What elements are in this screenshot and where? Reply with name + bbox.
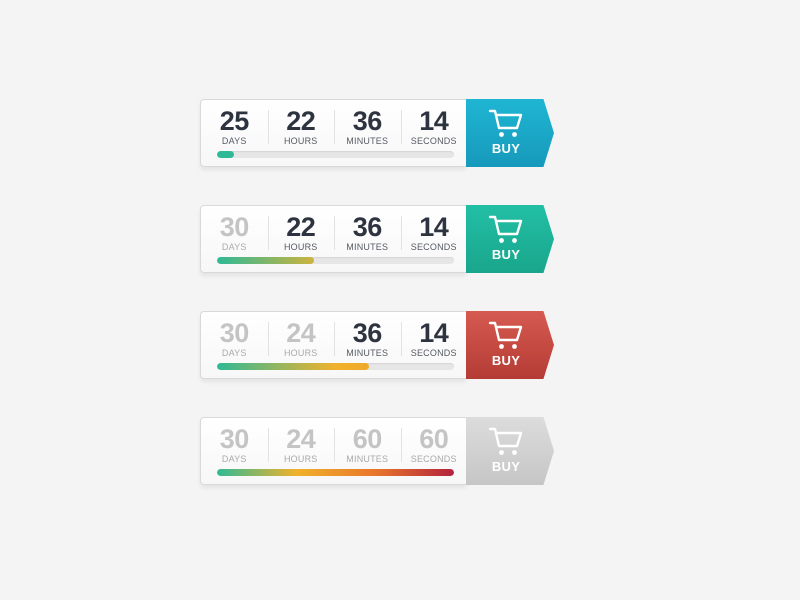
cart-icon bbox=[488, 321, 523, 349]
countdown-widget: 25 DAYS 22 HOURS 36 MINUTES 14 SECONDS B… bbox=[200, 99, 560, 169]
seconds-value: 14 bbox=[419, 318, 449, 348]
countdown-units: 30 DAYS 24 HOURS 60 MINUTES 60 SECONDS bbox=[201, 424, 467, 466]
minutes-value: 60 bbox=[352, 424, 383, 454]
progress-track bbox=[217, 257, 454, 264]
unit-minutes: 60 MINUTES bbox=[334, 424, 401, 466]
unit-days: 30 DAYS bbox=[201, 212, 268, 254]
buy-button[interactable]: BUY bbox=[466, 311, 554, 379]
unit-minutes: 36 MINUTES bbox=[334, 318, 401, 360]
buy-label: BUY bbox=[491, 353, 521, 368]
unit-days: 30 DAYS bbox=[201, 424, 268, 466]
progress-track bbox=[217, 363, 454, 370]
progress-fill bbox=[217, 257, 315, 264]
unit-days: 30 DAYS bbox=[201, 318, 268, 360]
unit-hours: 24 HOURS bbox=[267, 318, 335, 360]
hours-value: 24 bbox=[286, 424, 316, 454]
buy-label: BUY bbox=[491, 141, 521, 156]
days-label: DAYS bbox=[221, 348, 247, 358]
countdown-widget: 30 DAYS 24 HOURS 36 MINUTES 14 SECONDS B… bbox=[200, 311, 560, 381]
progress-fill bbox=[217, 469, 454, 476]
cart-icon bbox=[488, 109, 523, 137]
seconds-label: SECONDS bbox=[410, 348, 457, 358]
unit-minutes: 36 MINUTES bbox=[334, 212, 401, 254]
buy-button[interactable]: BUY bbox=[466, 417, 554, 485]
unit-hours: 22 HOURS bbox=[267, 212, 335, 254]
buy-button[interactable]: BUY bbox=[466, 205, 554, 273]
seconds-label: SECONDS bbox=[410, 242, 457, 252]
countdown-units: 25 DAYS 22 HOURS 36 MINUTES 14 SECONDS bbox=[201, 106, 467, 148]
countdown-panel: 25 DAYS 22 HOURS 36 MINUTES 14 SECONDS bbox=[200, 99, 466, 167]
hours-value: 24 bbox=[286, 318, 316, 348]
days-label: DAYS bbox=[221, 454, 247, 464]
hours-value: 22 bbox=[286, 212, 316, 242]
minutes-value: 36 bbox=[352, 318, 383, 348]
progress-fill bbox=[217, 151, 234, 158]
minutes-label: MINUTES bbox=[346, 242, 389, 252]
buy-label: BUY bbox=[491, 247, 521, 262]
countdown-panel: 30 DAYS 24 HOURS 60 MINUTES 60 SECONDS bbox=[200, 417, 466, 485]
countdown-units: 30 DAYS 24 HOURS 36 MINUTES 14 SECONDS bbox=[201, 318, 467, 360]
minutes-label: MINUTES bbox=[346, 136, 389, 146]
unit-seconds: 14 SECONDS bbox=[400, 318, 468, 360]
hours-label: HOURS bbox=[283, 454, 318, 464]
cart-icon bbox=[488, 427, 523, 455]
unit-seconds: 14 SECONDS bbox=[400, 106, 468, 148]
unit-seconds: 60 SECONDS bbox=[400, 424, 468, 466]
buy-label: BUY bbox=[491, 459, 521, 474]
minutes-value: 36 bbox=[352, 106, 383, 136]
hours-label: HOURS bbox=[283, 136, 318, 146]
unit-hours: 24 HOURS bbox=[267, 424, 335, 466]
unit-seconds: 14 SECONDS bbox=[400, 212, 468, 254]
seconds-value: 14 bbox=[419, 212, 449, 242]
countdown-widget: 30 DAYS 24 HOURS 60 MINUTES 60 SECONDS B… bbox=[200, 417, 560, 487]
buy-button[interactable]: BUY bbox=[466, 99, 554, 167]
cart-icon bbox=[488, 215, 523, 243]
countdown-panel: 30 DAYS 22 HOURS 36 MINUTES 14 SECONDS bbox=[200, 205, 466, 273]
progress-fill bbox=[217, 363, 369, 370]
days-value: 30 bbox=[219, 424, 250, 454]
days-label: DAYS bbox=[221, 136, 247, 146]
unit-days: 25 DAYS bbox=[201, 106, 268, 148]
days-value: 30 bbox=[219, 212, 250, 242]
countdown-units: 30 DAYS 22 HOURS 36 MINUTES 14 SECONDS bbox=[201, 212, 467, 254]
seconds-label: SECONDS bbox=[410, 136, 457, 146]
days-label: DAYS bbox=[221, 242, 247, 252]
seconds-label: SECONDS bbox=[410, 454, 457, 464]
unit-minutes: 36 MINUTES bbox=[334, 106, 401, 148]
unit-hours: 22 HOURS bbox=[267, 106, 335, 148]
progress-track bbox=[217, 151, 454, 158]
seconds-value: 60 bbox=[419, 424, 449, 454]
minutes-label: MINUTES bbox=[346, 348, 389, 358]
progress-track bbox=[217, 469, 454, 476]
days-value: 30 bbox=[219, 318, 250, 348]
hours-label: HOURS bbox=[283, 348, 318, 358]
countdown-widget: 30 DAYS 22 HOURS 36 MINUTES 14 SECONDS B… bbox=[200, 205, 560, 275]
days-value: 25 bbox=[219, 106, 250, 136]
hours-label: HOURS bbox=[283, 242, 318, 252]
minutes-label: MINUTES bbox=[346, 454, 389, 464]
minutes-value: 36 bbox=[352, 212, 383, 242]
seconds-value: 14 bbox=[419, 106, 449, 136]
countdown-panel: 30 DAYS 24 HOURS 36 MINUTES 14 SECONDS bbox=[200, 311, 466, 379]
hours-value: 22 bbox=[286, 106, 316, 136]
